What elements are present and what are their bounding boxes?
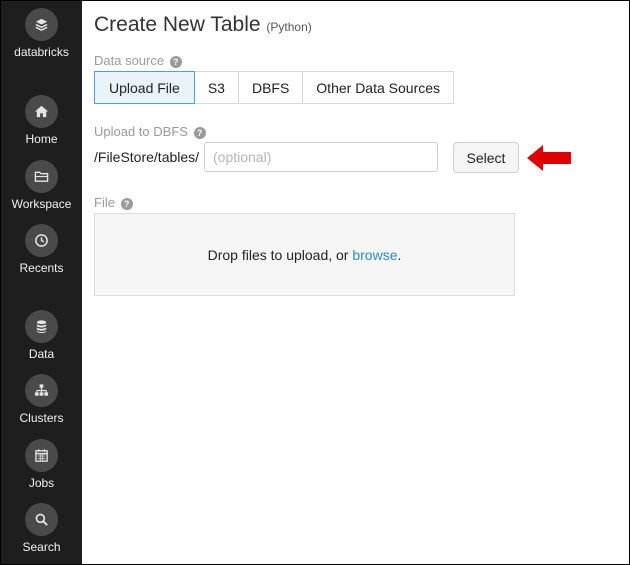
sidebar-item-home[interactable]: Home — [1, 95, 82, 146]
tab-dbfs[interactable]: DBFS — [238, 71, 304, 104]
data-source-label: Data source ? — [94, 53, 182, 68]
cluster-icon — [25, 374, 58, 407]
clock-icon — [25, 224, 58, 257]
page-title-suffix: (Python) — [266, 20, 312, 34]
calendar-icon — [25, 439, 58, 472]
sidebar-item-jobs[interactable]: Jobs — [1, 439, 82, 490]
file-drop-zone[interactable]: Drop files to upload, or browse. — [94, 213, 515, 296]
file-label-text: File — [94, 195, 115, 210]
data-source-label-text: Data source — [94, 53, 165, 68]
sidebar-item-label: Data — [28, 347, 55, 361]
sidebar-item-search[interactable]: Search — [1, 503, 82, 554]
sidebar-item-clusters[interactable]: Clusters — [1, 374, 82, 425]
home-icon — [25, 95, 58, 128]
data-source-tabs: Upload File S3 DBFS Other Data Sources — [94, 71, 455, 104]
dbfs-path-prefix: /FileStore/tables/ — [94, 149, 200, 165]
file-label: File ? — [94, 195, 133, 210]
page-title-text: Create New Table — [94, 13, 261, 36]
layers-icon — [25, 8, 58, 41]
brand-logo[interactable]: databricks — [1, 8, 82, 59]
drop-text: Drop files to upload, or — [207, 246, 349, 263]
sidebar-item-label: Search — [22, 540, 61, 554]
sidebar-item-workspace[interactable]: Workspace — [1, 160, 82, 211]
drop-text-end: . — [397, 246, 402, 263]
sidebar-item-data[interactable]: Data — [1, 310, 82, 361]
help-icon[interactable]: ? — [120, 197, 133, 210]
help-icon[interactable]: ? — [169, 55, 182, 68]
upload-to-dbfs-label-text: Upload to DBFS — [94, 124, 188, 139]
tab-s3[interactable]: S3 — [194, 71, 239, 104]
sidebar: databricks Home Workspace Recents Data C… — [1, 1, 82, 564]
sidebar-item-label: Workspace — [11, 197, 72, 211]
select-button[interactable]: Select — [453, 142, 519, 173]
sidebar-item-label: Clusters — [19, 411, 64, 425]
folder-icon — [25, 160, 58, 193]
help-icon[interactable]: ? — [193, 126, 206, 139]
page-title: Create New Table (Python) — [94, 13, 312, 37]
sidebar-item-recents[interactable]: Recents — [1, 224, 82, 275]
sidebar-item-label: Home — [25, 132, 58, 146]
tab-upload-file[interactable]: Upload File — [94, 71, 195, 104]
red-arrow-icon — [527, 145, 571, 171]
tab-other-data-sources[interactable]: Other Data Sources — [303, 71, 455, 104]
database-icon — [25, 310, 58, 343]
sidebar-item-label: Jobs — [28, 476, 55, 490]
upload-to-dbfs-label: Upload to DBFS ? — [94, 124, 206, 139]
dbfs-path-input[interactable] — [204, 142, 438, 172]
brand-label: databricks — [14, 45, 69, 59]
sidebar-item-label: Recents — [19, 261, 64, 275]
search-icon — [25, 503, 58, 536]
browse-link[interactable]: browse — [352, 247, 397, 263]
